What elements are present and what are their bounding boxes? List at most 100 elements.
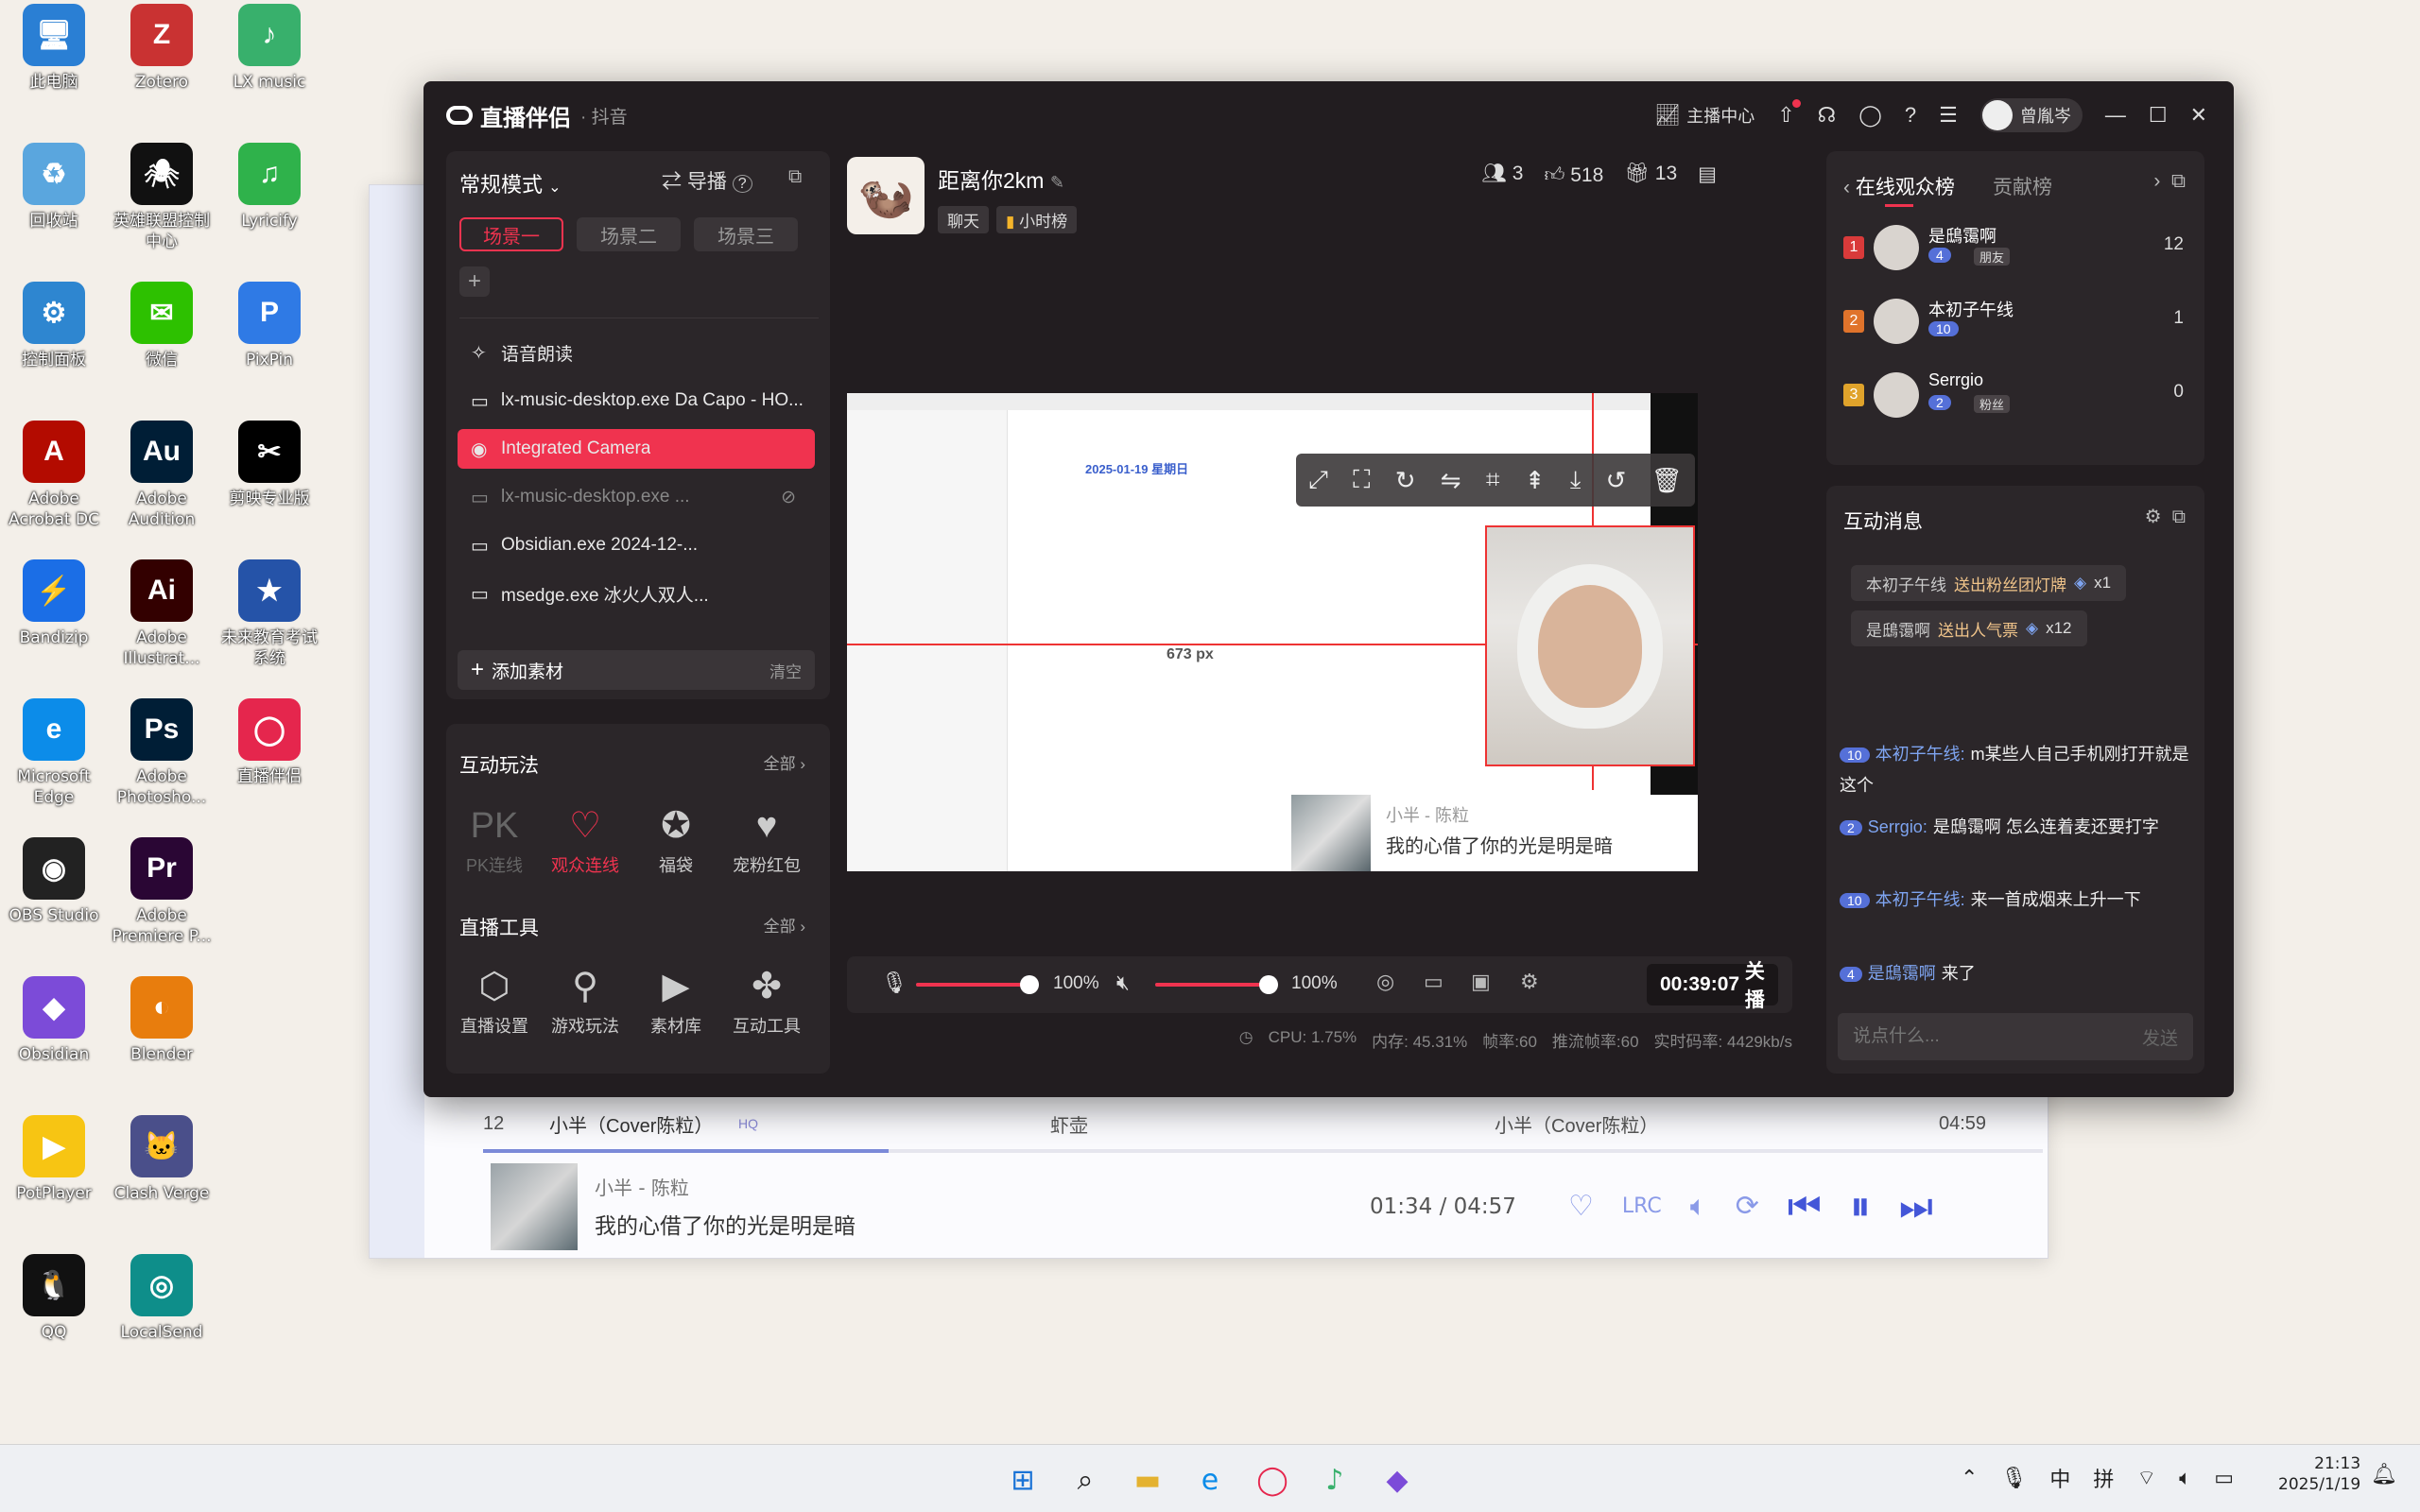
interactive-all-link[interactable]: 全部 › xyxy=(764,750,805,774)
mic-icon[interactable]: 🎙︎ xyxy=(881,971,908,995)
desktop-icon[interactable]: ▶ PotPlayer xyxy=(2,1115,106,1204)
ime-zh[interactable]: 中 xyxy=(2049,1463,2070,1493)
report-icon[interactable]: ▤ xyxy=(1698,163,1717,187)
hidden-eye-icon[interactable]: ⊘ xyxy=(781,487,796,508)
tool-item[interactable]: ♥ 宠粉红包 xyxy=(724,799,809,877)
desktop-icon[interactable]: ✉ 微信 xyxy=(110,282,214,370)
viewers-nav[interactable]: › ⧉ xyxy=(2153,170,2186,193)
headset-icon[interactable]: ☊ xyxy=(1818,103,1837,128)
windows-start-icon[interactable]: ⊞ xyxy=(1002,1459,1044,1501)
tool-item[interactable]: ✤ 互动工具 xyxy=(724,960,809,1038)
desktop-icon[interactable]: P PixPin xyxy=(217,282,321,370)
send-button[interactable]: 发送 xyxy=(2142,1024,2178,1050)
battery-icon[interactable]: ▭ xyxy=(2214,1467,2234,1490)
popout-icon[interactable]: ⧉ xyxy=(788,166,802,188)
tool-item[interactable]: ♡ 观众连线 xyxy=(543,799,628,877)
album-cover[interactable] xyxy=(491,1162,578,1250)
chat-user[interactable]: Serrgio: xyxy=(1868,817,1927,836)
repeat-icon[interactable]: ⟳ xyxy=(1736,1190,1759,1223)
song-row[interactable]: 12 小半（Cover陈粒） HQ 虾壶 小半（Cover陈粒） 04:59 xyxy=(483,1097,2043,1150)
notification-bell-icon[interactable]: 🔔︎ xyxy=(2371,1463,2397,1486)
source-item[interactable]: ▭ msedge.exe 冰火人双人... xyxy=(458,574,815,613)
mode-select[interactable]: 常规模式 ⌄ xyxy=(459,168,562,198)
desktop-icon[interactable]: ♪ LX music xyxy=(217,4,321,93)
desktop-icon[interactable]: 🐧 QQ xyxy=(2,1254,106,1343)
crop-icon[interactable]: ⌗ xyxy=(1486,465,1500,495)
chat-input-box[interactable]: 发送 xyxy=(1838,1013,2193,1060)
desktop-icon[interactable]: e Microsoft Edge xyxy=(2,698,106,808)
wifi-icon[interactable]: ⌔ xyxy=(2136,1465,2156,1491)
delete-icon[interactable]: 🗑︎ xyxy=(1651,466,1683,495)
tag-hour-rank[interactable]: ▮ 小时榜 xyxy=(996,206,1078,233)
desktop-icon[interactable]: ◎ LocalSend xyxy=(110,1254,214,1343)
gift-user[interactable]: 本初子午线 xyxy=(1866,572,1946,595)
minimize-icon[interactable]: — xyxy=(2105,103,2126,128)
volume-icon[interactable]: 🔈︎ xyxy=(1690,1190,1707,1223)
host-center-button[interactable]: 📈︎ 主播中心 xyxy=(1654,103,1754,128)
source-item[interactable]: ◉ Integrated Camera xyxy=(458,429,815,469)
desktop-icon[interactable]: Z Zotero xyxy=(110,4,214,93)
search-icon[interactable]: ⌕ xyxy=(1064,1459,1106,1501)
close-icon[interactable]: ✕ xyxy=(2190,103,2207,128)
desktop-icon[interactable]: 🕷 英雄联盟控制中心 xyxy=(110,143,214,252)
desktop-icon[interactable]: Ps Adobe Photosho... xyxy=(110,698,214,808)
camera-icon[interactable]: ▣ xyxy=(1471,970,1491,994)
help-icon[interactable]: ? xyxy=(1905,103,1916,128)
reset-icon[interactable]: ↺ xyxy=(1606,466,1627,495)
add-source-bar[interactable]: + 添加素材 清空 xyxy=(458,650,815,690)
mic-tray-icon[interactable]: 🎙︎ xyxy=(2000,1467,2027,1490)
add-scene-button[interactable]: + xyxy=(459,266,490,297)
music-progress[interactable] xyxy=(483,1149,2043,1153)
source-item[interactable]: ✧ 语音朗读 xyxy=(458,333,815,372)
menu-icon[interactable]: ☰ xyxy=(1939,103,1958,128)
move-up-icon[interactable]: ⇞ xyxy=(1525,466,1546,495)
room-avatar[interactable]: 🦦 xyxy=(847,157,925,234)
desktop-icon[interactable]: ★ 未来教育考试系统 xyxy=(217,559,321,669)
maximize-icon[interactable]: ☐ xyxy=(2149,103,2168,128)
viewer-row[interactable]: 3 Serrgio 2 粉丝 0 xyxy=(1843,367,2193,423)
tab-scene-3[interactable]: 场景三 xyxy=(694,217,798,251)
ime-pin[interactable]: 拼 xyxy=(2093,1463,2114,1493)
chat-user[interactable]: 本初子午线: xyxy=(1876,890,1965,909)
chat-input[interactable] xyxy=(1853,1026,2142,1047)
tool-item[interactable]: PK PK连线 xyxy=(452,799,537,877)
live-companion-icon[interactable]: ◯ xyxy=(1252,1459,1293,1501)
chat-user[interactable]: 是鴟霭啊 xyxy=(1868,964,1936,983)
viewer-row[interactable]: 1 是鴟霭啊 4 朋友 12 xyxy=(1843,219,2193,276)
gift-user[interactable]: 是鴟霭啊 xyxy=(1866,617,1930,641)
explorer-icon[interactable]: ▬ xyxy=(1127,1459,1168,1501)
lx-music-icon[interactable]: ♪ xyxy=(1314,1459,1356,1501)
desktop-icon[interactable]: 🐱 Clash Verge xyxy=(110,1115,214,1204)
guide-button[interactable]: ⇄ 导播 ? xyxy=(662,166,752,195)
prev-icon[interactable]: ⏮ xyxy=(1788,1185,1822,1228)
desktop-icon[interactable]: 🖥 此电脑 xyxy=(2,4,106,93)
desktop-icon[interactable]: ◉ OBS Studio xyxy=(2,837,106,926)
desktop-icon[interactable]: ♫ Lyricify xyxy=(217,143,321,232)
stream-preview[interactable]: 2025-01-19 星期日 673 px ⤢ ⛶ ↻ ⇋ ⌗ ⇞ ⤓ ↺ 🗑︎ xyxy=(847,393,1698,871)
chevron-up-icon[interactable]: ⌃ xyxy=(1961,1467,1978,1490)
favorite-icon[interactable]: ♡ xyxy=(1568,1190,1594,1223)
source-item[interactable]: ▭ Obsidian.exe 2024-12-... xyxy=(458,525,815,565)
source-item[interactable]: ▭ lx-music-desktop.exe ... ⊘ xyxy=(458,477,815,517)
flip-icon[interactable]: ⇋ xyxy=(1441,466,1461,495)
source-item[interactable]: ▭ lx-music-desktop.exe Da Capo - HO... xyxy=(458,381,815,421)
end-live-button[interactable]: 00:39:07 关播 xyxy=(1647,961,1778,1011)
pause-icon[interactable]: ⏸ xyxy=(1850,1182,1871,1230)
user-chip[interactable]: 曾胤岑 xyxy=(1979,98,2083,132)
chat-user[interactable]: 本初子午线: xyxy=(1876,745,1965,764)
fullscreen-icon[interactable]: ⤢ xyxy=(1308,465,1328,495)
edge-icon[interactable]: e xyxy=(1189,1459,1231,1501)
upload-icon[interactable]: ⇧ xyxy=(1777,99,1801,128)
clear-button[interactable]: 清空 xyxy=(769,659,802,682)
edit-icon[interactable]: ✎ xyxy=(1050,173,1064,192)
beauty-icon[interactable]: ◎ xyxy=(1376,970,1394,994)
tool-item[interactable]: ✪ 福袋 xyxy=(633,799,718,877)
tool-item[interactable]: ⬡ 直播设置 xyxy=(452,960,537,1038)
screen-icon[interactable]: ▭ xyxy=(1424,970,1443,994)
volume-tray-icon[interactable]: 🔈︎ xyxy=(2179,1467,2191,1490)
desktop-icon[interactable]: ⚡ Bandizip xyxy=(2,559,106,648)
tab-scene-2[interactable]: 场景二 xyxy=(577,217,681,251)
lyric-icon[interactable]: LRC xyxy=(1622,1194,1662,1218)
desktop-icon[interactable]: Ai Adobe Illustrat... xyxy=(110,559,214,669)
obsidian-icon[interactable]: ◆ xyxy=(1376,1459,1418,1501)
